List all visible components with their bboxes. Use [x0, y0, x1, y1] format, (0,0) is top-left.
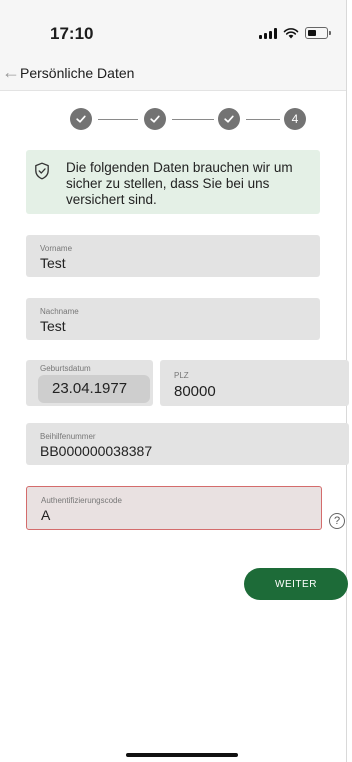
- step-2-completed: [144, 108, 166, 130]
- info-message: Die folgenden Daten brauchen wir um sich…: [26, 150, 320, 214]
- back-arrow-icon[interactable]: ←: [2, 63, 20, 81]
- vorname-label: Vorname: [40, 244, 73, 253]
- question-circle-icon[interactable]: ?: [329, 513, 345, 529]
- nachname-field[interactable]: Nachname Test: [26, 298, 320, 340]
- beihilfenummer-label: Beihilfenummer: [40, 432, 96, 441]
- check-icon: [224, 115, 234, 123]
- geburtsdatum-field[interactable]: Geburtsdatum 23.04.1977: [26, 360, 153, 406]
- status-bar: 17:10: [0, 0, 346, 56]
- battery-icon: [305, 27, 331, 39]
- weiter-button[interactable]: WEITER: [244, 568, 348, 600]
- beihilfenummer-value[interactable]: BB000000038387: [40, 443, 152, 459]
- authentifizierungscode-value[interactable]: A: [41, 507, 50, 523]
- plz-value[interactable]: 80000: [174, 383, 216, 400]
- shield-check-icon: [35, 162, 49, 180]
- navigation-bar: ← Persönliche Daten: [0, 56, 346, 91]
- step-1-completed: [70, 108, 92, 130]
- page-title: Persönliche Daten: [20, 65, 135, 81]
- wifi-icon: [283, 28, 299, 39]
- status-time: 17:10: [50, 24, 94, 43]
- nachname-value[interactable]: Test: [40, 318, 66, 334]
- progress-stepper: 4: [68, 108, 308, 132]
- status-icons: [259, 27, 331, 39]
- home-indicator[interactable]: [126, 753, 238, 757]
- nachname-label: Nachname: [40, 307, 79, 316]
- step-connector: [172, 119, 214, 120]
- geburtsdatum-label: Geburtsdatum: [40, 364, 91, 373]
- step-4-current: 4: [284, 108, 306, 130]
- step-connector: [246, 119, 280, 120]
- authentifizierungscode-label: Authentifizierungscode: [41, 496, 122, 505]
- step-3-completed: [218, 108, 240, 130]
- battery-level: [308, 30, 316, 36]
- info-text: Die folgenden Daten brauchen wir um sich…: [66, 160, 293, 207]
- plz-label: PLZ: [174, 371, 189, 380]
- authentifizierungscode-field[interactable]: Authentifizierungscode A: [26, 486, 322, 530]
- step-connector: [98, 119, 138, 120]
- plz-field[interactable]: PLZ 80000: [160, 360, 349, 406]
- step-number: 4: [291, 112, 299, 126]
- vorname-value[interactable]: Test: [40, 255, 66, 271]
- check-icon: [76, 115, 86, 123]
- geburtsdatum-value[interactable]: 23.04.1977: [52, 380, 127, 397]
- vorname-field[interactable]: Vorname Test: [26, 235, 320, 277]
- signal-icon: [259, 27, 277, 39]
- beihilfenummer-field[interactable]: Beihilfenummer BB000000038387: [26, 423, 349, 465]
- app-screen: 17:10 ← Persönliche Daten 4 Die folgende…: [0, 0, 349, 762]
- help-label: ?: [333, 515, 341, 527]
- check-icon: [150, 115, 160, 123]
